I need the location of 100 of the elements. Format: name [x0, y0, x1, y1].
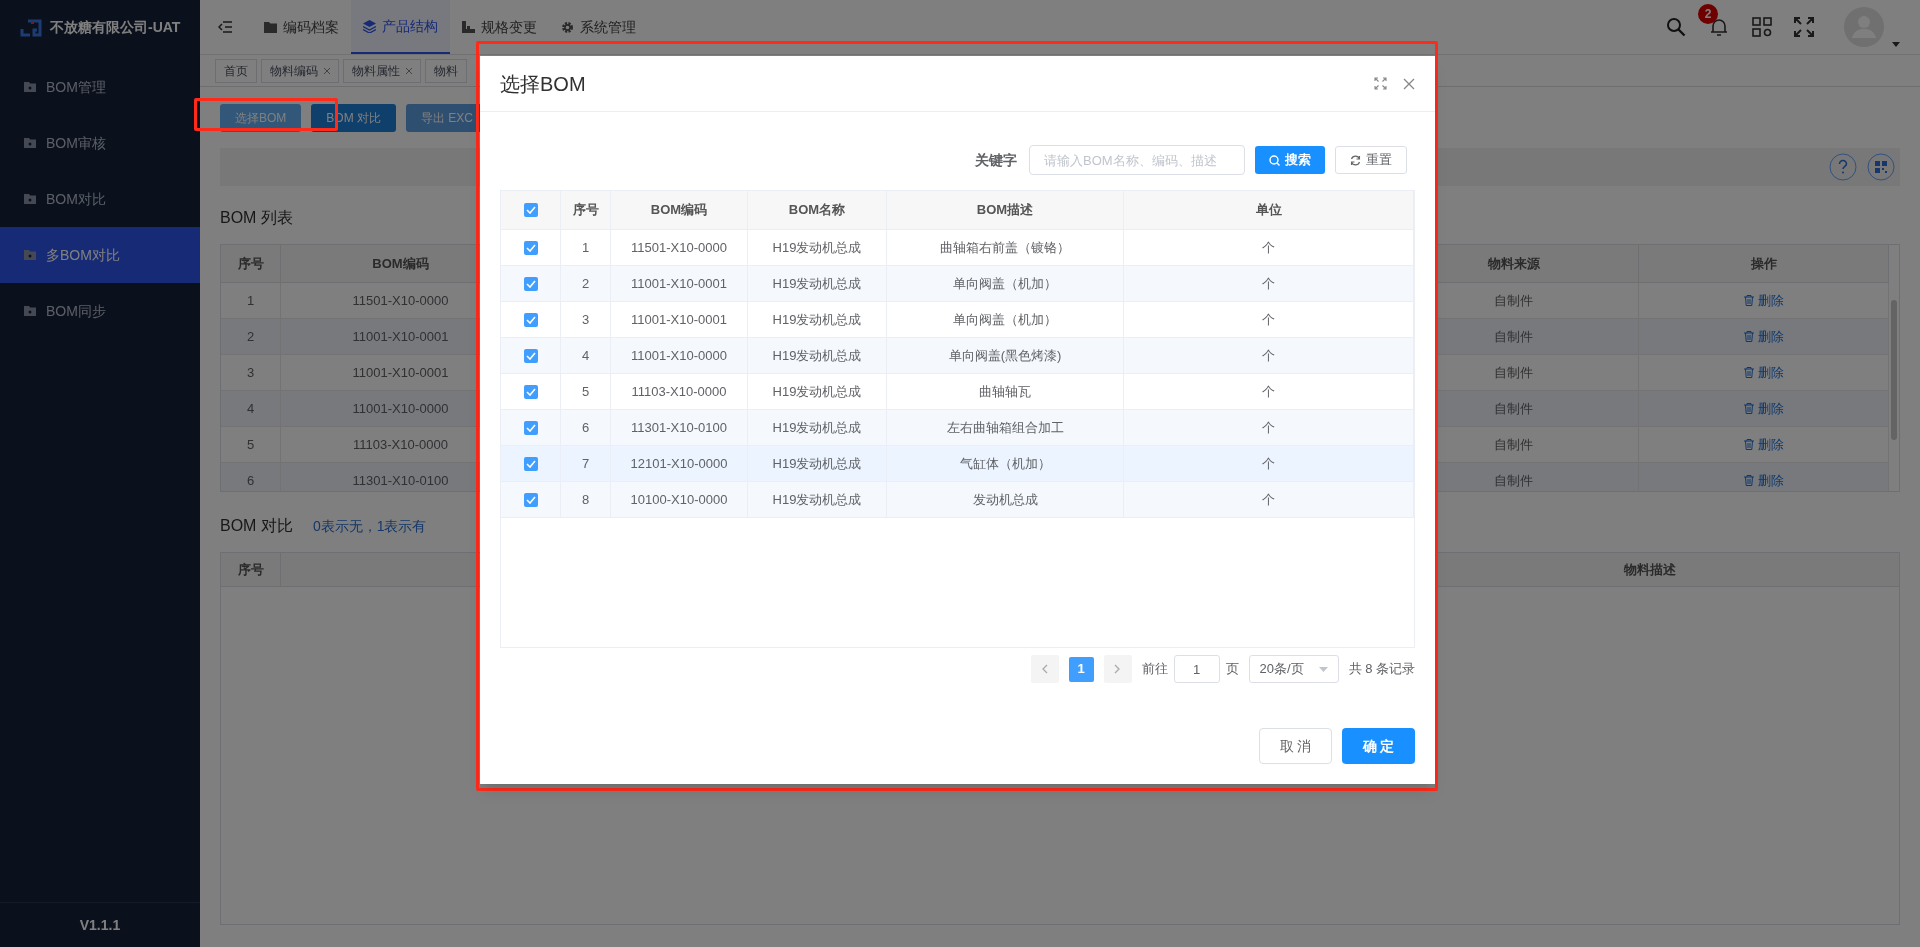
table-cell: 单向阀盖(黑色烤漆): [887, 338, 1124, 373]
checkbox[interactable]: [523, 240, 538, 255]
nav-tab[interactable]: 规格变更: [450, 0, 549, 54]
table-cell: 4: [221, 391, 281, 426]
delete-link[interactable]: 删除: [1743, 434, 1784, 455]
keyword-input[interactable]: 请输入BOM名称、编码、描述: [1029, 145, 1245, 175]
logo-icon: [20, 18, 42, 37]
table-cell: 5: [221, 427, 281, 462]
checkbox[interactable]: [523, 276, 538, 291]
total-count: 共 8 条记录: [1348, 660, 1415, 679]
table-cell: 1: [221, 283, 281, 318]
delete-link[interactable]: 删除: [1743, 326, 1784, 347]
table-cell: 1: [561, 230, 611, 265]
nav-tab[interactable]: 产品结构: [351, 0, 450, 54]
goto-label: 前往: [1141, 660, 1168, 679]
sidebar-item[interactable]: 多BOM对比: [0, 227, 200, 283]
notification-badge: 2: [1698, 4, 1718, 24]
fullscreen-icon[interactable]: [1794, 17, 1814, 37]
table-cell: 个: [1124, 266, 1414, 301]
column-header: 序号: [221, 245, 281, 282]
grid-icon[interactable]: [1867, 153, 1895, 181]
page-button[interactable]: 1: [1068, 656, 1094, 682]
table-cell: H19发动机总成: [748, 266, 887, 301]
page-tag[interactable]: 物料编码: [261, 58, 339, 83]
table-cell: 11501-X10-0000: [611, 230, 748, 265]
column-header: 单位: [1124, 191, 1414, 229]
delete-link[interactable]: 删除: [1743, 470, 1784, 491]
nav-tab[interactable]: 系统管理: [549, 0, 648, 54]
table-cell: 单向阀盖（机加）: [887, 266, 1124, 301]
page-tag[interactable]: 物料: [425, 58, 467, 83]
checkbox[interactable]: [523, 384, 538, 399]
table-cell: H19发动机总成: [748, 482, 887, 517]
trash-icon: [1743, 331, 1754, 342]
trash-icon: [1743, 367, 1754, 378]
sidebar-item[interactable]: BOM管理: [0, 59, 200, 115]
help-icon[interactable]: [1829, 153, 1857, 181]
next-page-button[interactable]: [1103, 655, 1132, 683]
app-version: V1.1.1: [79, 915, 121, 935]
checkbox[interactable]: [523, 420, 538, 435]
page-suffix: 页: [1225, 660, 1239, 679]
maximize-icon[interactable]: [1374, 77, 1387, 90]
table-cell: 个: [1124, 230, 1414, 265]
table-cell: 11001-X10-0001: [611, 302, 748, 337]
cancel-button[interactable]: 取 消: [1259, 728, 1332, 764]
search-icon[interactable]: [1666, 17, 1686, 37]
page-tag[interactable]: 物料属性: [343, 58, 421, 83]
checkbox[interactable]: [523, 456, 538, 471]
close-icon[interactable]: [406, 67, 412, 74]
table-cell: 6: [221, 463, 281, 491]
close-icon[interactable]: [324, 67, 330, 74]
table-cell: 11103-X10-0000: [611, 374, 748, 409]
scrollbar-thumb[interactable]: [1891, 300, 1897, 440]
chevron-right-icon: [1114, 664, 1122, 674]
table-cell: 气缸体（机加）: [887, 446, 1124, 481]
trash-icon: [1743, 403, 1754, 414]
table-cell: H19发动机总成: [748, 230, 887, 265]
folder-icon: [24, 306, 36, 316]
sidebar-item[interactable]: BOM同步: [0, 283, 200, 339]
delete-link[interactable]: 删除: [1743, 362, 1784, 383]
checkbox[interactable]: [523, 203, 538, 217]
table-cell: 11301-X10-0100: [611, 410, 748, 445]
page-tag[interactable]: 首页: [215, 58, 257, 83]
page-input[interactable]: 1: [1173, 655, 1220, 683]
bell-icon[interactable]: [1708, 16, 1730, 38]
chevron-left-icon: [1041, 664, 1049, 674]
sidebar-item[interactable]: BOM审核: [0, 115, 200, 171]
delete-link[interactable]: 删除: [1743, 398, 1784, 419]
table-cell: 7: [561, 446, 611, 481]
reset-button[interactable]: 重置: [1335, 146, 1407, 174]
search-button[interactable]: 搜索: [1255, 146, 1325, 174]
table-cell: 曲轴箱右前盖（镀铬）: [887, 230, 1124, 265]
hint-text: 0表示无，1表示有: [312, 517, 427, 536]
qr-code-icon[interactable]: [1752, 17, 1772, 37]
delete-link[interactable]: 删除: [1743, 290, 1784, 311]
table-cell: 单向阀盖（机加）: [887, 302, 1124, 337]
folder-icon: [24, 138, 36, 148]
sidebar-item[interactable]: BOM对比: [0, 171, 200, 227]
section-title: BOM 对比: [220, 516, 293, 536]
section-title: BOM 列表: [220, 208, 293, 228]
table-cell: H19发动机总成: [748, 446, 887, 481]
table-cell: H19发动机总成: [748, 374, 887, 409]
nav-tab[interactable]: 编码档案: [252, 0, 351, 54]
search-icon: [1269, 154, 1280, 166]
folder-icon: [24, 82, 36, 92]
checkbox[interactable]: [523, 312, 538, 327]
table-cell: 6: [561, 410, 611, 445]
previous-page-button[interactable]: [1030, 655, 1059, 683]
checkbox[interactable]: [523, 348, 538, 363]
menu-collapse-icon[interactable]: [218, 21, 232, 33]
table-cell: 3: [561, 302, 611, 337]
confirm-button[interactable]: 确 定: [1342, 728, 1415, 764]
close-icon[interactable]: [1403, 77, 1415, 90]
table-cell: H19发动机总成: [748, 302, 887, 337]
checkbox[interactable]: [523, 492, 538, 507]
dialog-title: 选择BOM: [500, 71, 586, 97]
page-size-select[interactable]: 20条/页: [1248, 655, 1339, 683]
trash-icon: [1743, 475, 1754, 486]
trash-icon: [1743, 439, 1754, 450]
app-title: 不放糖有限公司-UAT: [50, 18, 181, 37]
caret-icon[interactable]: [1892, 42, 1900, 47]
